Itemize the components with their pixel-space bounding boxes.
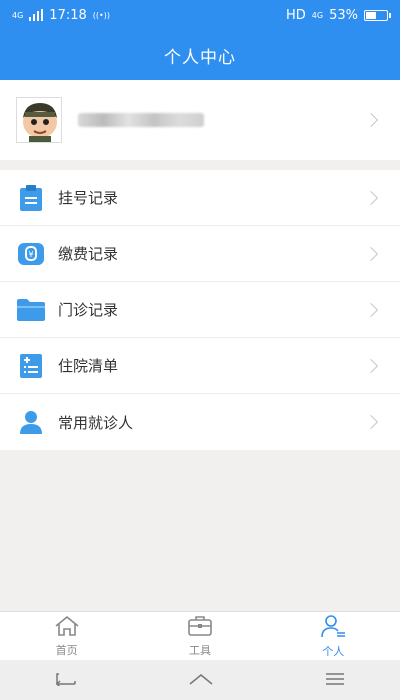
signal-icon bbox=[29, 9, 44, 21]
menu-item-label: 住院清单 bbox=[58, 357, 119, 375]
menu-item-outpatient-records[interactable]: 门诊记录 bbox=[0, 282, 400, 338]
menu-icon[interactable] bbox=[325, 671, 345, 690]
chevron-right-icon bbox=[363, 302, 379, 317]
menu-item-registration-records[interactable]: 挂号记录 bbox=[0, 170, 400, 226]
menu-list: 挂号记录 ¥ 缴费记录 门诊记录 住院清单 常用就诊人 bbox=[0, 170, 400, 450]
folder-icon bbox=[16, 295, 46, 325]
tab-personal[interactable]: 个人 bbox=[267, 612, 400, 660]
chevron-right-icon bbox=[363, 112, 379, 128]
user-icon bbox=[320, 614, 346, 641]
bottom-tab-bar: 首页 工具 个人 bbox=[0, 611, 400, 660]
menu-item-label: 常用就诊人 bbox=[58, 413, 134, 432]
page-title: 个人中心 bbox=[164, 47, 236, 68]
status-bar: 4G 17:18 ((•)) HD 4G 53% bbox=[0, 0, 400, 30]
avatar bbox=[16, 97, 62, 143]
home-icon bbox=[54, 615, 80, 640]
back-icon[interactable] bbox=[55, 671, 77, 690]
profile-row[interactable] bbox=[0, 80, 400, 160]
menu-item-label: 门诊记录 bbox=[58, 301, 119, 319]
network-type-right: 4G bbox=[311, 10, 324, 20]
network-type-left: 4G bbox=[12, 10, 24, 20]
battery-icon bbox=[364, 9, 391, 21]
chevron-right-icon bbox=[363, 358, 379, 373]
wallet-icon: ¥ bbox=[16, 239, 46, 269]
clipboard-icon bbox=[16, 183, 46, 213]
tab-label: 个人 bbox=[322, 644, 345, 658]
toolbox-icon bbox=[187, 615, 213, 640]
battery-percent: 53% bbox=[329, 7, 358, 23]
chevron-right-icon bbox=[363, 414, 379, 430]
person-icon bbox=[16, 407, 46, 437]
svg-text:¥: ¥ bbox=[28, 250, 33, 259]
chevron-right-icon bbox=[363, 246, 379, 261]
menu-item-payment-records[interactable]: ¥ 缴费记录 bbox=[0, 226, 400, 282]
username-redacted bbox=[78, 113, 204, 127]
menu-item-label: 缴费记录 bbox=[58, 245, 119, 263]
hd-indicator: HD bbox=[286, 7, 306, 23]
hospital-list-icon bbox=[16, 351, 46, 381]
header: 4G 17:18 ((•)) HD 4G 53% 个人中心 bbox=[0, 0, 400, 80]
menu-item-label: 挂号记录 bbox=[58, 189, 119, 207]
tab-label: 首页 bbox=[55, 643, 78, 657]
system-nav-bar bbox=[0, 660, 400, 700]
menu-item-frequent-patients[interactable]: 常用就诊人 bbox=[0, 394, 400, 450]
tab-tools[interactable]: 工具 bbox=[133, 612, 266, 660]
tab-home[interactable]: 首页 bbox=[0, 612, 133, 660]
tab-label: 工具 bbox=[188, 643, 211, 657]
home-nav-icon[interactable] bbox=[188, 671, 214, 690]
chevron-right-icon bbox=[363, 190, 379, 205]
clock: 17:18 bbox=[49, 7, 87, 23]
data-activity-icon: ((•)) bbox=[92, 10, 110, 20]
menu-item-inpatient-list[interactable]: 住院清单 bbox=[0, 338, 400, 394]
